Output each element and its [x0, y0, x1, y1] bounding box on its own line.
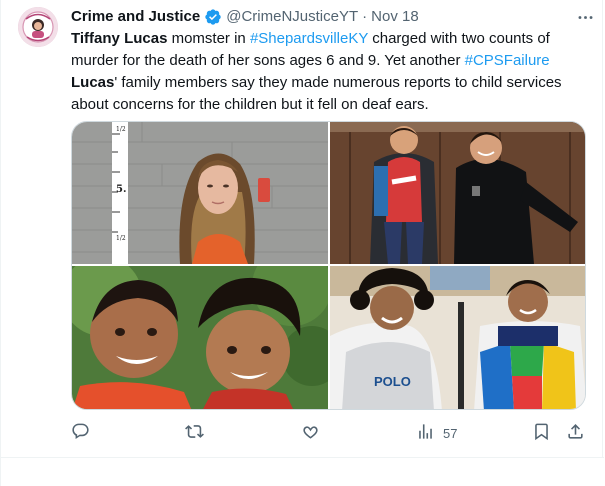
ruler-mark-top: 1/2	[116, 126, 126, 133]
bold-name-text: Lucas	[71, 74, 115, 91]
two-boys-sweaters-photo[interactable]: POLO	[330, 266, 585, 409]
views-button[interactable]: 57	[416, 420, 457, 446]
views-bar-chart-icon	[416, 422, 435, 444]
tweet-date[interactable]: Nov 18	[371, 7, 419, 27]
author-handle[interactable]: @CrimeNJusticeYT	[226, 7, 358, 27]
heart-icon	[301, 422, 320, 444]
like-button[interactable]	[301, 420, 320, 446]
reply-button[interactable]	[71, 420, 90, 446]
bookmark-button[interactable]	[532, 420, 551, 446]
tweet-actions: 57	[71, 420, 591, 446]
tweet[interactable]: Crime and Justice @CrimeNJusticeYT · Nov…	[1, 0, 604, 458]
retweet-button[interactable]	[185, 420, 204, 446]
tweet-text: Tiffany Lucas momster in #ShepardsvilleK…	[71, 28, 591, 116]
tweet-text-segment: momster in	[167, 30, 250, 47]
tweet-text-segment: ' family members say they made numerous …	[71, 74, 562, 113]
views-count: 57	[443, 425, 458, 441]
mugshot-photo[interactable]: 1/2 5. 1/2	[72, 122, 328, 264]
next-tweet-area	[1, 458, 604, 486]
share-icon	[566, 422, 585, 444]
author-display-name[interactable]: Crime and Justice	[71, 7, 200, 27]
retweet-icon	[185, 422, 204, 444]
two-boys-closeup-photo[interactable]	[72, 266, 328, 409]
bookmark-icon	[532, 422, 551, 444]
verified-badge-icon	[204, 8, 222, 26]
reply-icon	[71, 422, 90, 444]
bold-name-text: Tiffany Lucas	[71, 30, 168, 47]
ruler-mark-middle: 5.	[116, 184, 126, 195]
pink-circle-portrait-avatar	[18, 7, 58, 47]
tweet-frame: Crime and Justice @CrimeNJusticeYT · Nov…	[0, 0, 604, 486]
ruler-mark-bottom: 1/2	[116, 235, 126, 242]
header-separator: ·	[362, 8, 368, 25]
tweet-media-grid[interactable]: 1/2 5. 1/2 POLO	[71, 121, 586, 410]
tweet-header: Crime and Justice @CrimeNJusticeYT · Nov…	[71, 7, 588, 27]
avatar[interactable]	[18, 7, 58, 47]
hashtag-link[interactable]: #CPSFailure	[465, 52, 550, 69]
share-button[interactable]	[566, 420, 585, 446]
hashtag-link[interactable]: #ShepardsvilleKY	[250, 30, 368, 47]
more-options-icon[interactable]	[574, 7, 596, 27]
sweater-text: POLO	[374, 374, 411, 389]
two-boys-jackets-photo[interactable]	[330, 122, 585, 264]
